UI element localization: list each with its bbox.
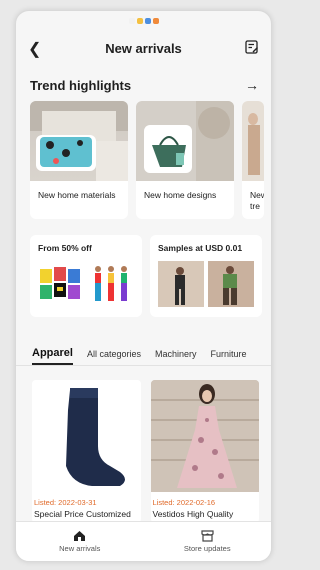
tabbar-new-arrivals[interactable]: New arrivals <box>16 522 144 561</box>
product-card[interactable]: Listed: 2022-02-16 Vestidos High Quality <box>150 380 259 523</box>
bedding-image <box>30 101 128 181</box>
trend-highlights-header: Trend highlights → <box>16 65 271 101</box>
tabbar-label: Store updates <box>183 544 231 553</box>
fashion-image <box>242 101 264 181</box>
trend-highlights-title: Trend highlights <box>30 77 132 93</box>
page-title: New arrivals <box>105 40 182 56</box>
trend-label: New home designs <box>144 190 217 200</box>
phone-screen: ❮ New arrivals Trend highlights → New ho… <box>15 10 272 562</box>
top-header: ❮ New arrivals <box>16 31 271 65</box>
tab-furniture[interactable]: Furniture <box>211 349 247 365</box>
promo-images <box>38 261 134 307</box>
dress-image <box>150 380 259 492</box>
product-card[interactable]: Listed: 2022-03-31 Special Price Customi… <box>32 380 141 523</box>
tab-machinery[interactable]: Machinery <box>155 349 197 365</box>
category-tabs: Apparel All categories Machinery Furnitu… <box>16 317 271 365</box>
promo-row: From 50% off Samples at USD 0.01 <box>16 219 271 317</box>
bottom-tab-bar: New arrivals Store updates <box>16 521 271 561</box>
tab-apparel[interactable]: Apparel <box>32 347 73 365</box>
promo-discount[interactable]: From 50% off <box>30 235 142 317</box>
promo-title: From 50% off <box>38 243 92 253</box>
trend-card-home-designs[interactable]: New home designs <box>136 101 234 219</box>
listed-date: Listed: 2022-03-31 <box>34 498 97 507</box>
home-icon <box>74 531 86 541</box>
promo-images <box>158 261 254 307</box>
promo-title: Samples at USD 0.01 <box>158 243 243 253</box>
bag-image <box>136 101 234 181</box>
edit-note-icon[interactable] <box>245 40 259 54</box>
status-bar <box>16 11 271 31</box>
trend-label: New home materials <box>38 190 116 200</box>
arrow-right-icon[interactable]: → <box>245 77 259 93</box>
tshirts-image <box>38 261 84 307</box>
trend-card-home-materials[interactable]: New home materials <box>30 101 128 219</box>
back-icon[interactable]: ❮ <box>28 39 41 59</box>
store-icon <box>201 530 214 542</box>
trend-carousel[interactable]: New home materials New home designs Ne t… <box>16 101 271 219</box>
trend-card-partial[interactable]: New tre <box>242 101 264 219</box>
model-image <box>158 261 204 307</box>
model-image <box>208 261 254 307</box>
sportswear-image <box>88 261 134 307</box>
tabbar-label: New arrivals <box>59 544 101 553</box>
product-grid: Listed: 2022-03-31 Special Price Customi… <box>16 366 271 523</box>
trend-label: New tre <box>250 190 264 211</box>
listed-date: Listed: 2022-02-16 <box>152 498 216 507</box>
sock-image <box>32 380 141 492</box>
tabbar-store-updates[interactable]: Store updates <box>144 522 272 561</box>
tab-all-categories[interactable]: All categories <box>87 349 141 365</box>
promo-samples[interactable]: Samples at USD 0.01 <box>150 235 262 317</box>
